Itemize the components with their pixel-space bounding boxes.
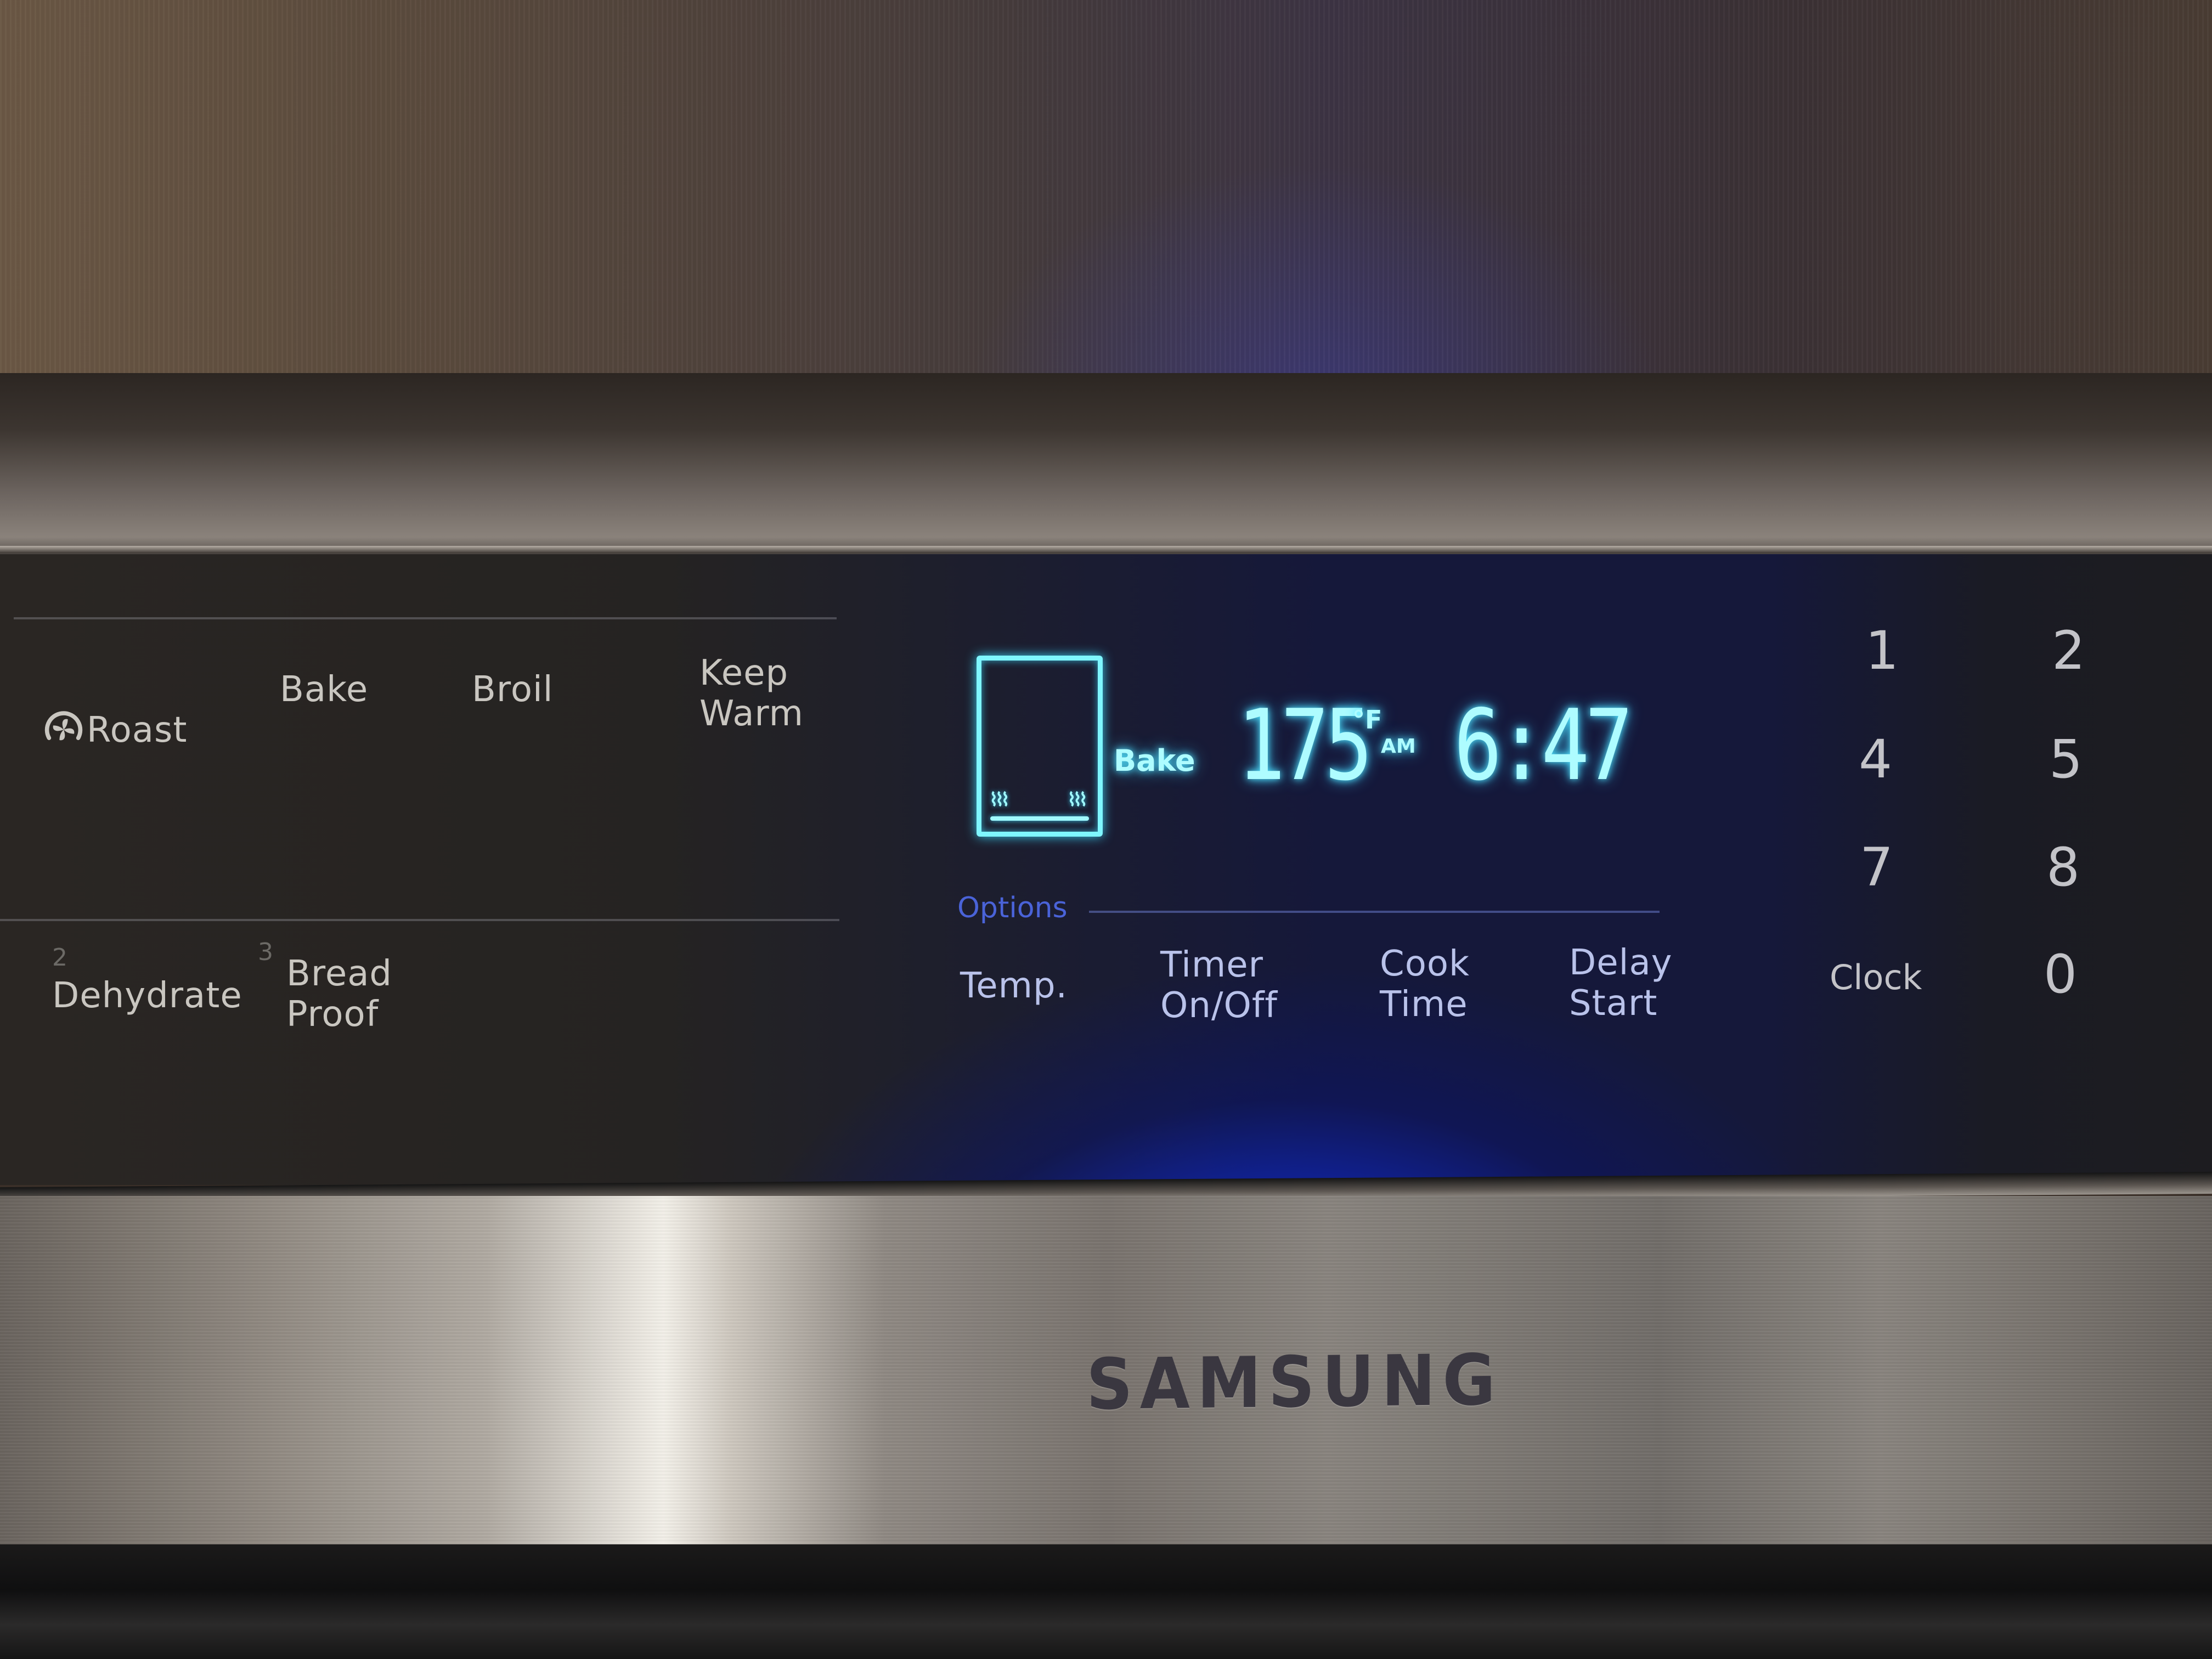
control-panel: Roast Bake Broil Keep Warm 2 Dehydrate 3… [0,554,2212,1185]
top-trim-edge [0,546,2212,554]
roast-button[interactable]: Roast [43,669,187,751]
keypad-0[interactable]: 0 [2044,944,2077,1005]
cook-mode-top-divider [14,617,837,619]
oven-bake-icon: ⌇⌇⌇ ⌇⌇⌇ [977,656,1103,837]
keypad-2[interactable]: 2 [2052,620,2085,681]
display-am-pm: AM [1381,735,1416,758]
cook-time-button[interactable]: Cook Time [1380,944,1470,1025]
dehydrate-button[interactable]: Dehydrate [52,975,242,1016]
dehydrate-key-number: 2 [52,944,67,972]
bread-proof-key-number: 3 [258,938,273,966]
clock-button[interactable]: Clock [1830,957,1922,997]
options-heading: Options [957,891,1068,924]
bread-proof-button[interactable]: Bread Proof [286,953,392,1035]
display-clock-time: 6:47 [1454,689,1633,802]
delay-start-button[interactable]: Delay Start [1569,943,1673,1024]
broil-button[interactable]: Broil [472,669,554,710]
heating-element-right-icon: ⌇⌇⌇ [1067,789,1088,811]
cook-mode-middle-divider [0,919,839,921]
options-divider [1089,911,1660,913]
top-stainless-trim [0,373,2212,560]
kitchen-wall [0,0,2212,395]
oven-photo: Roast Bake Broil Keep Warm 2 Dehydrate 3… [0,0,2212,1659]
keep-warm-button[interactable]: Keep Warm [699,653,804,734]
display-temperature-unit: °F [1352,705,1383,735]
samsung-logo: SAMSUNG [1086,1339,1503,1426]
oven-door-top-edge [0,1544,2212,1659]
keypad-8[interactable]: 8 [2046,837,2080,898]
convection-fan-icon [44,711,83,741]
keypad-5[interactable]: 5 [2049,729,2083,790]
display-temperature: 175 [1237,689,1373,802]
heating-element-left-icon: ⌇⌇⌇ [989,789,1010,811]
temp-button[interactable]: Temp. [960,966,1068,1006]
keypad-4[interactable]: 4 [1859,729,1892,790]
bake-button[interactable]: Bake [280,669,368,710]
timer-on-off-button[interactable]: Timer On/Off [1160,945,1278,1026]
keypad-1[interactable]: 1 [1865,620,1899,681]
display-mode-label: Bake [1114,743,1195,778]
oven-rack-icon [990,816,1089,821]
roast-label: Roast [87,710,188,751]
keypad-7[interactable]: 7 [1860,837,1893,898]
